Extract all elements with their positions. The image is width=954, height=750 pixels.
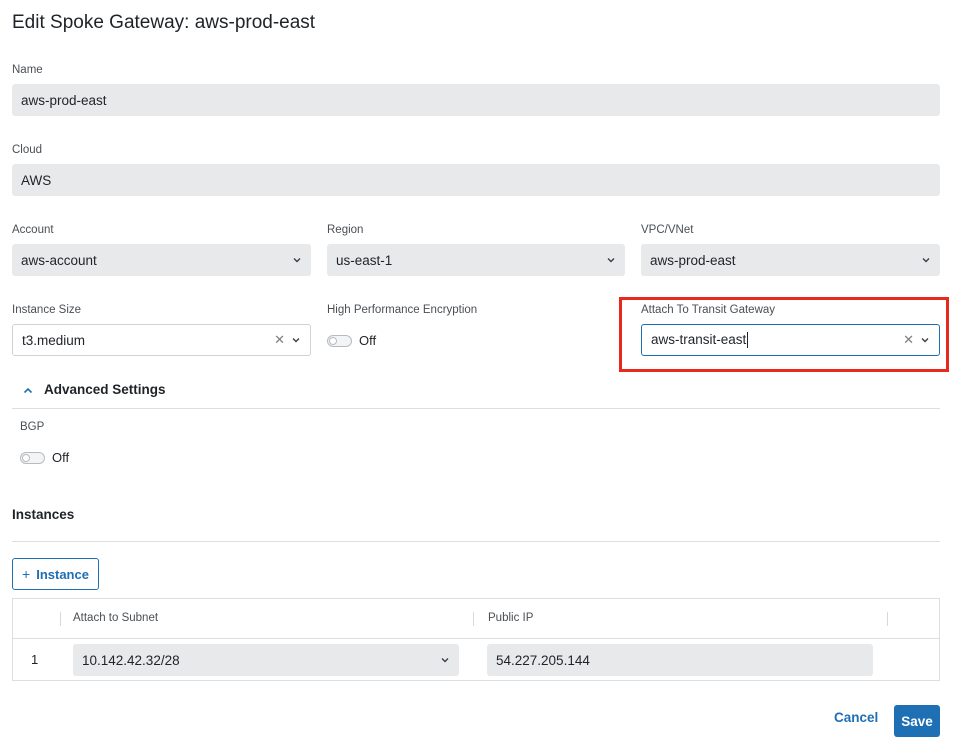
column-separator: [887, 612, 888, 626]
chevron-down-icon[interactable]: [291, 335, 301, 345]
page-title: Edit Spoke Gateway: aws-prod-east: [12, 12, 316, 33]
advanced-settings-title: Advanced Settings: [44, 382, 166, 397]
toggle-track[interactable]: [20, 451, 45, 464]
hpe-toggle[interactable]: Off: [327, 333, 376, 348]
name-field[interactable]: aws-prod-east: [12, 84, 940, 116]
cloud-field[interactable]: AWS: [12, 164, 940, 196]
cloud-label: Cloud: [12, 144, 43, 156]
account-value: aws-account: [21, 252, 97, 268]
plus-icon: +: [22, 566, 31, 582]
column-header-subnet: Attach to Subnet: [73, 612, 159, 624]
column-separator: [473, 612, 474, 626]
instances-table: Attach to Subnet Public IP 1 10.142.42.3…: [12, 598, 940, 681]
instance-size-value: t3.medium: [22, 332, 86, 348]
chevron-up-icon[interactable]: [21, 380, 35, 400]
table-header: Attach to Subnet Public IP: [13, 599, 939, 639]
instances-title: Instances: [12, 507, 75, 522]
region-label: Region: [327, 224, 364, 236]
add-instance-label: Instance: [36, 566, 89, 582]
divider: [12, 541, 940, 542]
add-instance-button[interactable]: + Instance: [12, 558, 99, 590]
clear-icon[interactable]: ✕: [274, 332, 285, 348]
save-button[interactable]: Save: [894, 705, 940, 737]
bgp-state: Off: [52, 450, 70, 465]
vpc-value: aws-prod-east: [650, 252, 736, 268]
row-number: 1: [31, 652, 39, 667]
cancel-button[interactable]: Cancel: [834, 710, 878, 725]
hpe-label: High Performance Encryption: [327, 304, 478, 316]
region-value: us-east-1: [336, 252, 393, 268]
transit-label: Attach To Transit Gateway: [641, 304, 776, 316]
instance-size-label: Instance Size: [12, 304, 82, 316]
transit-gateway-select[interactable]: aws-transit-east ✕: [641, 324, 940, 356]
subnet-select[interactable]: 10.142.42.32/28: [73, 644, 459, 676]
advanced-settings-header[interactable]: Advanced Settings: [12, 380, 940, 409]
bgp-toggle[interactable]: Off: [20, 450, 69, 465]
subnet-value: 10.142.42.32/28: [82, 652, 180, 668]
chevron-down-icon[interactable]: [292, 255, 302, 265]
toggle-knob: [329, 336, 337, 345]
chevron-down-icon[interactable]: [440, 655, 450, 665]
toggle-knob: [22, 453, 30, 462]
cloud-value: AWS: [21, 172, 52, 188]
region-select[interactable]: us-east-1: [327, 244, 625, 276]
chevron-down-icon[interactable]: [921, 255, 931, 265]
public-ip-field[interactable]: 54.227.205.144: [487, 644, 873, 676]
hpe-state: Off: [359, 333, 377, 348]
account-label: Account: [12, 224, 54, 236]
public-ip-value: 54.227.205.144: [496, 652, 590, 668]
vpc-label: VPC/VNet: [641, 224, 694, 236]
toggle-track[interactable]: [327, 334, 352, 347]
bgp-label: BGP: [20, 421, 45, 433]
chevron-down-icon[interactable]: [920, 335, 930, 345]
instance-size-select[interactable]: t3.medium ✕: [12, 324, 311, 356]
column-separator: [60, 612, 61, 626]
column-header-public-ip: Public IP: [488, 612, 534, 624]
name-label: Name: [12, 64, 43, 76]
clear-icon[interactable]: ✕: [903, 332, 914, 348]
chevron-down-icon[interactable]: [606, 255, 616, 265]
account-select[interactable]: aws-account: [12, 244, 311, 276]
name-value: aws-prod-east: [21, 92, 107, 108]
vpc-select[interactable]: aws-prod-east: [641, 244, 940, 276]
transit-value: aws-transit-east: [651, 331, 749, 349]
